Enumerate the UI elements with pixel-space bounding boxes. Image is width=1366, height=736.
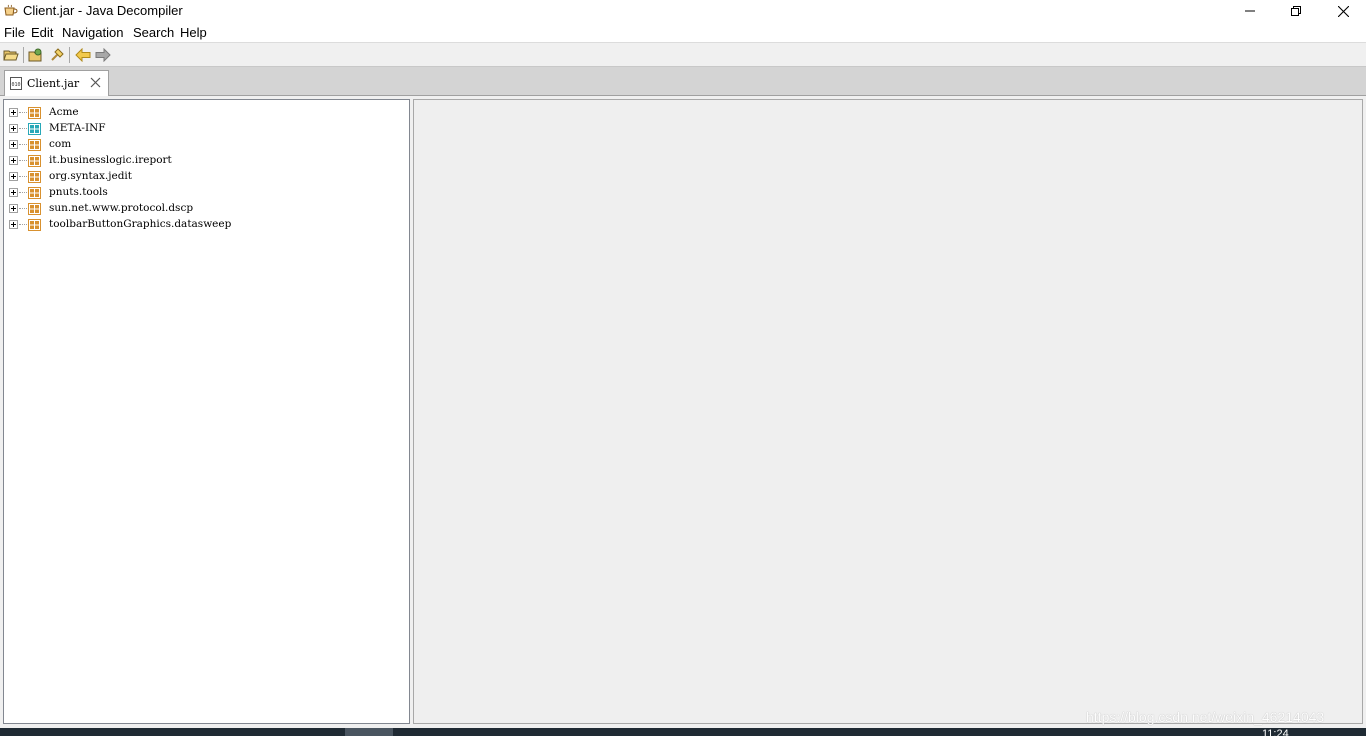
menu-edit[interactable]: Edit <box>31 25 53 40</box>
watermark-text: https://blog.csdn.net/weixin_46214043 <box>1086 709 1325 725</box>
jar-file-icon: 010 <box>10 77 22 90</box>
open-type-button[interactable] <box>27 46 45 64</box>
tree-item-label: Acme <box>49 106 79 118</box>
tree-item-label: toolbarButtonGraphics.datasweep <box>49 218 232 230</box>
restore-icon <box>1291 6 1301 16</box>
open-type-icon <box>28 48 42 62</box>
toolbar-separator <box>23 47 24 63</box>
title-bar: Client.jar - Java Decompiler <box>0 0 1366 22</box>
expand-plus-icon[interactable] <box>9 188 18 197</box>
search-button[interactable] <box>48 46 66 64</box>
package-tree[interactable]: Acme META-INF com it.businesslogic.ireport o… <box>3 99 410 724</box>
menu-navigation[interactable]: Navigation <box>62 25 123 40</box>
coffee-cup-icon <box>4 4 18 16</box>
tree-item-label: META-INF <box>49 122 106 134</box>
back-button[interactable] <box>74 46 92 64</box>
package-icon <box>28 203 41 215</box>
close-icon <box>1337 5 1349 17</box>
menu-search[interactable]: Search <box>133 25 174 40</box>
tree-connector <box>19 208 27 209</box>
expand-plus-icon[interactable] <box>9 204 18 213</box>
package-icon <box>28 139 41 151</box>
menu-help[interactable]: Help <box>180 25 207 40</box>
tree-item[interactable]: pnuts.tools <box>8 185 398 201</box>
open-file-button[interactable] <box>2 46 20 64</box>
source-view-panel[interactable] <box>413 99 1363 724</box>
forward-arrow-icon <box>95 48 111 62</box>
tree-connector <box>19 144 27 145</box>
taskbar: 11:24 <box>0 728 1366 736</box>
tab-client-jar[interactable]: 010 Client.jar <box>4 70 109 96</box>
toolbar-separator <box>69 47 70 63</box>
package-icon <box>28 219 41 231</box>
package-icon <box>28 107 41 119</box>
tree-item[interactable]: org.syntax.jedit <box>8 169 398 185</box>
tree-item-label: pnuts.tools <box>49 186 108 198</box>
tree-item-label: org.syntax.jedit <box>49 170 132 182</box>
tree-item-label: sun.net.www.protocol.dscp <box>49 202 194 214</box>
svg-text:010: 010 <box>12 82 21 88</box>
tree-connector <box>19 224 27 225</box>
forward-button[interactable] <box>94 46 112 64</box>
package-icon <box>28 123 41 135</box>
minimize-button[interactable] <box>1227 0 1273 22</box>
package-icon <box>28 155 41 167</box>
package-icon <box>28 187 41 199</box>
tree-item[interactable]: com <box>8 137 398 153</box>
tree-connector <box>19 176 27 177</box>
tree-item[interactable]: Acme <box>8 105 398 121</box>
package-icon <box>28 171 41 183</box>
menu-file[interactable]: File <box>4 25 25 40</box>
tree-connector <box>19 128 27 129</box>
tree-item-label: com <box>49 138 72 150</box>
tree-item[interactable]: sun.net.www.protocol.dscp <box>8 201 398 217</box>
window-title: Client.jar - Java Decompiler <box>23 3 183 18</box>
taskbar-clock: 11:24 <box>1262 728 1289 736</box>
tree-connector <box>19 112 27 113</box>
tree-item-label: it.businesslogic.ireport <box>49 154 172 166</box>
tab-strip: 010 Client.jar <box>0 67 1366 96</box>
expand-plus-icon[interactable] <box>9 140 18 149</box>
expand-plus-icon[interactable] <box>9 108 18 117</box>
tree-connector <box>19 192 27 193</box>
close-tab-icon[interactable] <box>90 77 101 88</box>
tab-label: Client.jar <box>27 77 80 90</box>
open-file-icon <box>3 50 19 61</box>
toolbar <box>0 43 1366 67</box>
expand-plus-icon[interactable] <box>9 124 18 133</box>
expand-plus-icon[interactable] <box>9 220 18 229</box>
menu-bar: File Edit Navigation Search Help <box>0 22 1366 43</box>
restore-button[interactable] <box>1273 0 1319 22</box>
tree-connector <box>19 160 27 161</box>
content-area: Acme META-INF com it.businesslogic.ireport o… <box>0 96 1366 728</box>
back-arrow-icon <box>75 48 91 62</box>
close-button[interactable] <box>1320 0 1366 22</box>
taskbar-active-item[interactable] <box>345 728 393 736</box>
expand-plus-icon[interactable] <box>9 172 18 181</box>
tree-item[interactable]: it.businesslogic.ireport <box>8 153 398 169</box>
tree-item[interactable]: META-INF <box>8 121 398 137</box>
minimize-icon <box>1245 10 1255 12</box>
search-icon <box>51 48 64 61</box>
expand-plus-icon[interactable] <box>9 156 18 165</box>
tree-item[interactable]: toolbarButtonGraphics.datasweep <box>8 217 398 233</box>
